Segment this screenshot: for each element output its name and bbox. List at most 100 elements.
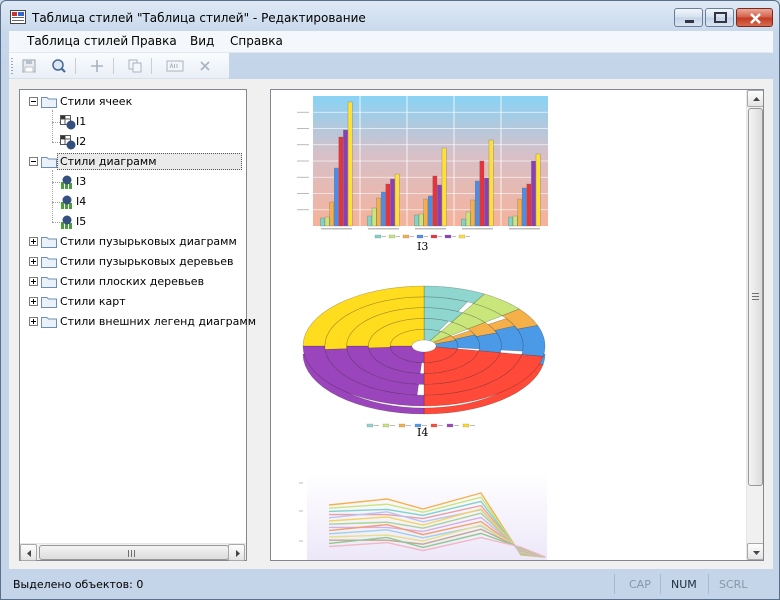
tree-group-bubble-chart-styles[interactable]: Стили пузырьковых диаграмм xyxy=(20,232,246,252)
folder-icon xyxy=(41,257,57,268)
x-tick-label xyxy=(462,228,493,230)
copy-button[interactable] xyxy=(125,56,145,76)
bar-chart-preview xyxy=(297,96,548,239)
collapse-icon[interactable] xyxy=(29,97,38,106)
pie-chart-preview xyxy=(302,285,546,428)
tree-group-legend-styles[interactable]: Стили внешних легенд диаграмм xyxy=(20,312,256,332)
minimize-icon xyxy=(685,20,694,23)
expand-icon[interactable] xyxy=(29,277,38,286)
cell-style-icon xyxy=(60,135,76,150)
legend-swatch xyxy=(430,423,438,428)
tree-group-map-styles[interactable]: Стили карт xyxy=(20,292,246,312)
legend-label xyxy=(452,236,456,237)
scroll-up-button[interactable] xyxy=(747,90,763,107)
menu-stylesheet[interactable]: Таблица стилей xyxy=(27,34,128,48)
tree-item-i4[interactable]: I4 xyxy=(20,192,246,212)
tree-group-label: Стили карт xyxy=(60,295,126,308)
bar xyxy=(512,215,518,227)
styles-tree[interactable]: Стили ячеек I1 I2 Стили диаграмм I3 I4 I… xyxy=(19,89,256,561)
legend-swatch xyxy=(444,234,452,239)
folder-icon xyxy=(41,97,57,108)
bar xyxy=(367,215,372,227)
expand-icon[interactable] xyxy=(29,317,38,326)
search-icon xyxy=(52,59,66,73)
folder-icon xyxy=(41,237,57,248)
scroll-down-button[interactable] xyxy=(747,543,763,560)
rename-button[interactable] xyxy=(165,56,185,76)
tree-group-cell-styles[interactable]: Стили ячеек xyxy=(20,92,246,112)
status-bar: Выделено объектов: 0 CAP NUM SCRL xyxy=(1,571,779,599)
chart-style-icon xyxy=(61,175,72,189)
save-button[interactable] xyxy=(19,56,39,76)
tree-group-label: Стили диаграмм xyxy=(57,153,242,170)
tree-item-i1[interactable]: I1 xyxy=(20,112,246,132)
toolbar xyxy=(9,53,229,79)
horizontal-scroll-thumb[interactable] xyxy=(39,545,229,560)
grip-icon xyxy=(752,293,759,302)
legend-label xyxy=(406,425,411,426)
bar xyxy=(437,184,442,227)
legend-swatch xyxy=(374,234,382,239)
menu-view[interactable]: Вид xyxy=(190,34,214,48)
expand-icon[interactable] xyxy=(29,297,38,306)
legend-swatch xyxy=(398,423,406,428)
legend-label xyxy=(382,236,386,237)
scroll-left-button[interactable] xyxy=(20,544,37,561)
tree-item-i5[interactable]: I5 xyxy=(20,212,246,232)
expand-icon[interactable] xyxy=(29,257,38,266)
arrow-down-icon xyxy=(753,551,760,555)
tree-item-i2[interactable]: I2 xyxy=(20,132,246,152)
bar xyxy=(432,175,438,227)
maximize-button[interactable] xyxy=(705,8,734,27)
tree-item-label: I5 xyxy=(76,215,87,228)
title-bar[interactable]: Таблица стилей "Таблица стилей" - Редакт… xyxy=(1,1,779,31)
status-separator xyxy=(660,574,661,594)
legend-label xyxy=(396,236,400,237)
arrow-up-icon xyxy=(753,97,760,101)
vertical-scroll-thumb[interactable] xyxy=(748,108,763,486)
legend-label xyxy=(454,425,459,426)
horizontal-scrollbar[interactable] xyxy=(20,543,246,561)
legend-label xyxy=(374,425,379,426)
style-preview-panel[interactable]: I3 I4 xyxy=(270,89,764,561)
tree-group-chart-styles[interactable]: Стили диаграмм xyxy=(20,152,246,172)
bar xyxy=(535,153,541,227)
tree-item-label: I1 xyxy=(76,115,87,128)
x-tick-label xyxy=(321,228,352,230)
tree-group-label: Стили пузырьковых диаграмм xyxy=(60,235,237,248)
x-tick-label xyxy=(368,228,399,230)
minimize-button[interactable] xyxy=(674,8,703,27)
legend-swatch xyxy=(462,423,470,428)
scroll-right-button[interactable] xyxy=(228,544,245,561)
preview-button[interactable] xyxy=(49,56,69,76)
tree-group-label: Стили пузырьковых деревьев xyxy=(60,255,234,268)
legend-swatch xyxy=(446,423,454,428)
folder-icon xyxy=(41,297,57,308)
bar xyxy=(343,129,348,227)
bar xyxy=(517,198,522,227)
add-button[interactable] xyxy=(87,56,107,76)
bar xyxy=(329,201,334,227)
bar xyxy=(465,211,471,227)
tree-group-flat-tree-styles[interactable]: Стили плоских деревьев xyxy=(20,272,246,292)
bar xyxy=(508,216,513,227)
toolbar-separator xyxy=(151,58,152,74)
tree-group-label: Стили плоских деревьев xyxy=(60,275,205,288)
menu-edit[interactable]: Правка xyxy=(131,34,177,48)
delete-button[interactable] xyxy=(195,56,215,76)
collapse-icon[interactable] xyxy=(29,157,38,166)
legend-swatch xyxy=(366,423,374,428)
toolbar-grip[interactable] xyxy=(11,58,13,74)
toolbar-separator xyxy=(75,58,76,74)
menu-help[interactable]: Справка xyxy=(230,34,283,48)
tree-group-bubble-tree-styles[interactable]: Стили пузырьковых деревьев xyxy=(20,252,246,272)
app-window: Таблица стилей "Таблица стилей" - Редакт… xyxy=(0,0,780,600)
expand-icon[interactable] xyxy=(29,237,38,246)
bar xyxy=(385,183,391,227)
tree-item-i3[interactable]: I3 xyxy=(20,172,246,192)
caps-lock-indicator: CAP xyxy=(629,578,651,591)
vertical-scrollbar[interactable] xyxy=(746,90,763,560)
close-button[interactable] xyxy=(736,8,773,27)
tree-group-label: Стили внешних легенд диаграмм xyxy=(60,315,257,328)
bar xyxy=(414,214,419,227)
